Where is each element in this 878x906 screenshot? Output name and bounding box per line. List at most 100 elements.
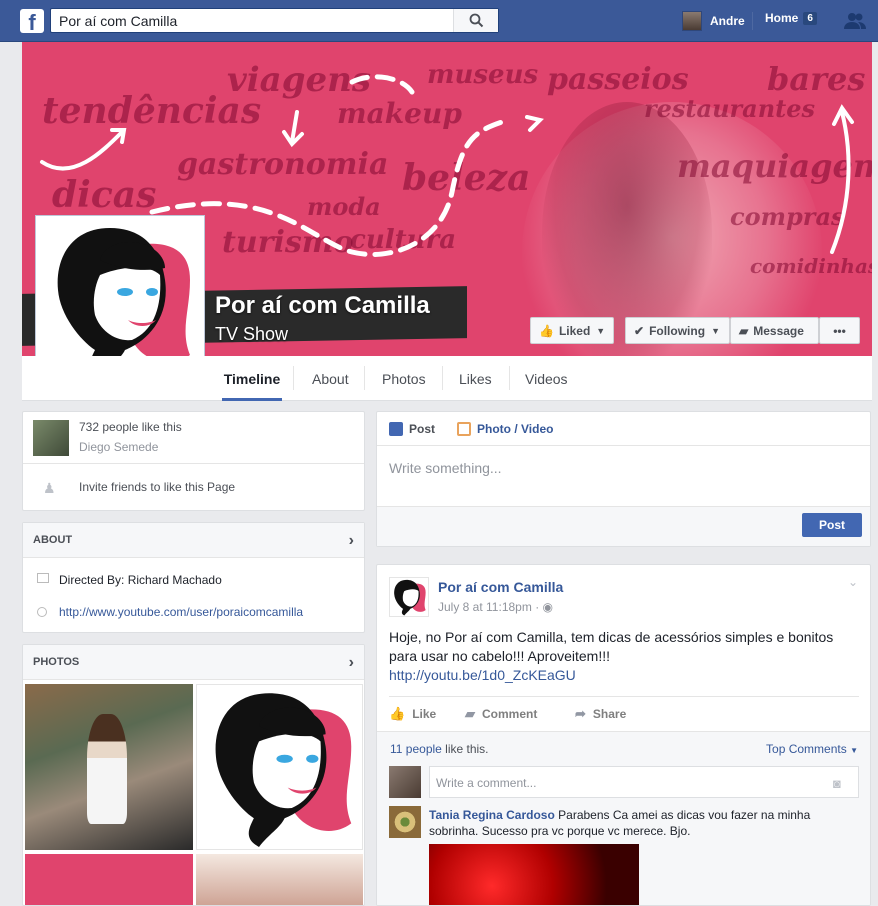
following-button-label: Following	[649, 323, 706, 338]
composer-text-input[interactable]: Write something...	[389, 460, 502, 476]
about-card: ABOUT › Directed By: Richard Machado htt…	[22, 522, 365, 633]
tab-divider	[442, 366, 443, 390]
chevron-down-icon: ▼	[596, 325, 606, 336]
composer-footer: Post	[377, 506, 870, 546]
nav-home-link[interactable]: Home 6	[765, 11, 817, 25]
friend-avatar[interactable]	[33, 420, 69, 456]
tab-about[interactable]: About	[312, 356, 349, 401]
friend-requests-icon[interactable]	[844, 12, 866, 33]
tab-videos[interactable]: Videos	[525, 356, 568, 401]
about-directed-by: Directed By: Richard Machado	[59, 573, 222, 587]
home-count-badge: 6	[803, 11, 817, 25]
share-icon: ➦	[575, 706, 586, 721]
share-action[interactable]: ➦ Share	[575, 701, 626, 727]
more-options-button[interactable]: •••	[819, 317, 860, 344]
photos-card-header[interactable]: PHOTOS ›	[23, 645, 364, 680]
facebook-logo-icon[interactable]: f	[20, 9, 44, 33]
tab-divider	[509, 366, 510, 390]
top-comments-label: Top Comments	[766, 742, 847, 756]
about-website-link[interactable]: http://www.youtube.com/user/poraicomcami…	[59, 605, 303, 619]
nav-user-profile[interactable]: Andre	[682, 10, 745, 32]
share-action-label: Share	[592, 707, 627, 721]
friend-name[interactable]: Diego Semede	[79, 440, 158, 454]
photos-header-label: PHOTOS	[33, 656, 80, 668]
chevron-right-icon: ›	[348, 654, 354, 671]
page-category: TV Show	[215, 324, 289, 344]
comment-image[interactable]	[429, 844, 639, 905]
tab-likes[interactable]: Likes	[459, 356, 492, 401]
comment-body: Tania Regina Cardoso Parabens Ca amei as…	[429, 807, 854, 839]
liked-button[interactable]: 👍 Liked ▼	[530, 317, 614, 344]
pencil-icon	[389, 422, 403, 436]
page-title[interactable]: Por aí com Camilla	[215, 292, 430, 320]
nav-home-label: Home	[765, 11, 799, 25]
post-options-chevron-down-icon[interactable]: ⌄	[848, 575, 858, 589]
tab-divider	[364, 366, 365, 390]
post-author-name[interactable]: Por aí com Camilla	[438, 579, 563, 595]
likes-card: 732 people like this Diego Semede ♟ Invi…	[22, 411, 365, 511]
comment-input[interactable]: Write a comment...	[429, 766, 859, 798]
feed-post: Por aí com Camilla July 8 at 11:18pm · ◉…	[376, 564, 871, 906]
message-icon: ▰	[739, 323, 749, 338]
tab-timeline[interactable]: Timeline	[222, 356, 282, 401]
camilla-logo-icon	[394, 579, 426, 616]
like-action-label: Like	[412, 707, 437, 721]
post-button[interactable]: Post	[802, 513, 862, 537]
thumbs-up-icon: 👍	[389, 706, 406, 721]
comment-action-label: Comment	[482, 707, 538, 721]
photo-thumbnail[interactable]	[25, 854, 193, 905]
tab-photos[interactable]: Photos	[382, 356, 426, 401]
photos-card: PHOTOS ›	[22, 644, 365, 906]
photo-thumbnail[interactable]	[196, 684, 363, 850]
post-likes-summary: 11 people like this.	[390, 742, 489, 756]
checkmark-icon: ✔	[634, 323, 645, 338]
following-button[interactable]: ✔ Following ▼	[625, 317, 730, 344]
search-button[interactable]	[453, 9, 498, 32]
post-time: July 8 at 11:18pm	[438, 600, 532, 614]
likes-count[interactable]: 732 people like this	[79, 420, 182, 434]
avatar	[682, 11, 702, 31]
post-feedback-area: 11 people like this. Top Comments ▼ Writ…	[377, 731, 870, 905]
top-comments-dropdown[interactable]: Top Comments ▼	[766, 742, 858, 756]
globe-icon: · ◉	[535, 600, 553, 614]
chevron-down-icon: ▼	[711, 325, 720, 336]
post-timestamp[interactable]: July 8 at 11:18pm · ◉	[438, 600, 553, 614]
search-input[interactable]	[51, 9, 455, 32]
nav-divider	[752, 12, 753, 30]
post-actions: 👍 Like ▰ Comment ➦ Share	[389, 701, 859, 727]
comment-icon: ▰	[465, 706, 475, 721]
search-icon	[469, 13, 484, 28]
top-bar: f Andre Home 6	[0, 0, 878, 42]
more-icon: •••	[833, 323, 846, 338]
message-button[interactable]: ▰ Message	[730, 317, 819, 344]
page-tabs: Timeline About Photos Likes Videos	[22, 356, 872, 401]
composer-tab-photo-video[interactable]: Photo / Video	[457, 412, 553, 446]
search-bar	[50, 8, 499, 33]
composer-tab-post[interactable]: Post	[389, 412, 435, 446]
film-icon	[37, 573, 49, 583]
camera-icon[interactable]: ◙	[833, 776, 841, 791]
composer-tabs: Post Photo / Video	[377, 412, 870, 446]
photo-thumbnail[interactable]	[196, 854, 363, 905]
post-text: Hoje, no Por aí com Camilla, tem dicas d…	[389, 629, 834, 664]
tab-divider	[293, 366, 294, 390]
comment-author[interactable]: Tania Regina Cardoso	[429, 808, 555, 822]
post-composer: Post Photo / Video Write something... Po…	[376, 411, 871, 547]
composer-tab-photo-label: Photo / Video	[477, 422, 554, 436]
post-likes-count-link[interactable]: 11 people	[390, 742, 442, 756]
chevron-right-icon: ›	[348, 532, 354, 549]
chevron-down-icon: ▼	[850, 746, 858, 755]
photo-thumbnail[interactable]	[25, 684, 193, 850]
photo-icon	[457, 422, 471, 436]
post-author-avatar[interactable]	[389, 577, 429, 617]
liked-button-label: Liked	[558, 323, 591, 338]
invite-friends-link[interactable]: Invite friends to like this Page	[79, 480, 235, 494]
thumbs-up-icon: 👍	[539, 323, 554, 338]
post-link[interactable]: http://youtu.be/1d0_ZcKEaGU	[389, 667, 576, 683]
commenter-avatar[interactable]	[389, 806, 421, 838]
globe-icon	[37, 606, 47, 620]
like-action[interactable]: 👍 Like	[389, 701, 436, 727]
divider	[389, 696, 859, 697]
comment-action[interactable]: ▰ Comment	[465, 701, 537, 727]
about-card-header[interactable]: ABOUT ›	[23, 523, 364, 558]
